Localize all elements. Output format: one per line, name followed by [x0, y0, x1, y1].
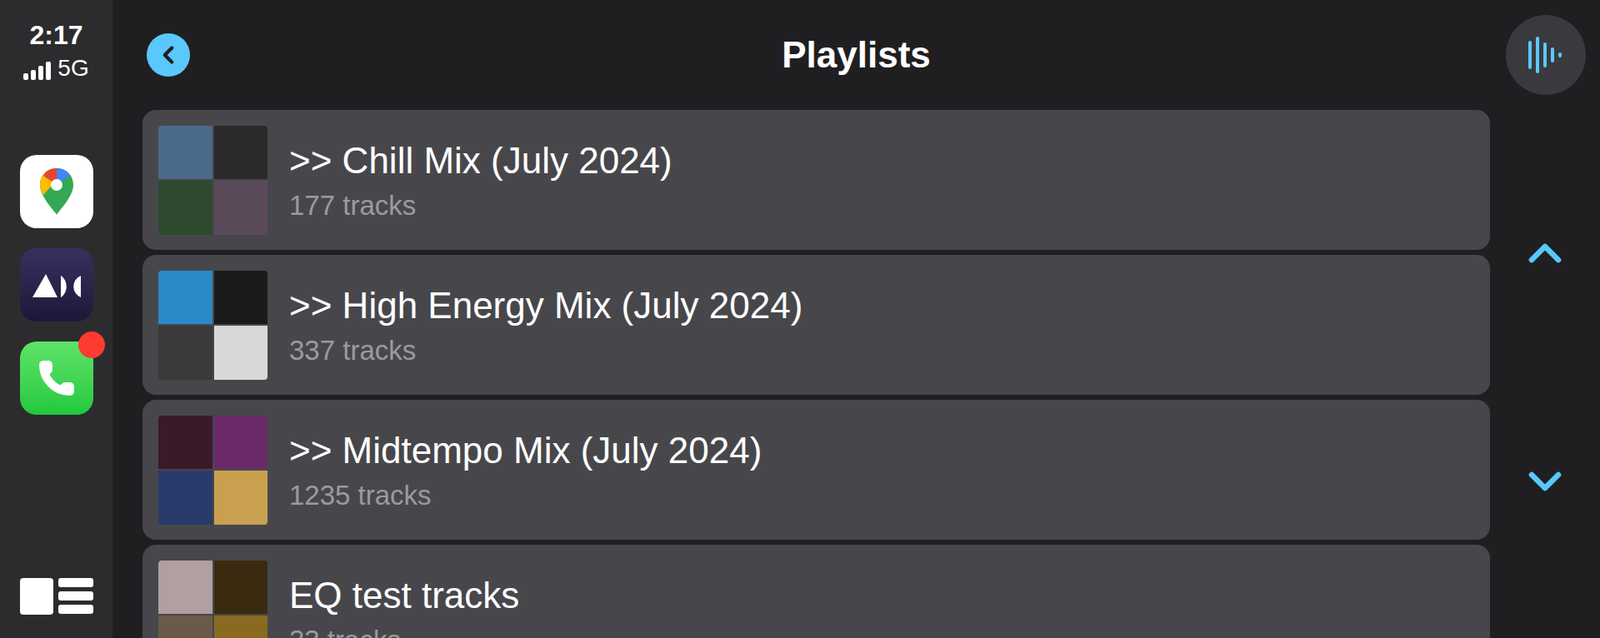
header: Playlists [112, 0, 1600, 110]
voice-button[interactable] [1505, 15, 1586, 95]
carplay-screen: 2:17 5G Playlists >> Chill Mix (July 2024) 1… [0, 0, 1600, 638]
media-app-icon[interactable] [20, 248, 94, 322]
playlist-list: >> Chill Mix (July 2024) 177 tracks >> Hig… [112, 110, 1490, 638]
track-count: 1235 tracks [289, 478, 762, 513]
notification-badge [78, 331, 105, 359]
track-count: 33 tracks [289, 623, 520, 638]
playlist-row[interactable]: >> Midtempo Mix (July 2024) 1235 tracks [142, 400, 1490, 540]
back-button[interactable] [146, 33, 190, 77]
playlist-row[interactable]: EQ test tracks 33 tracks [142, 545, 1490, 638]
playlist-row[interactable]: >> High Energy Mix (July 2024) 337 tracks [142, 255, 1490, 395]
playlist-row[interactable]: >> Chill Mix (July 2024) 177 tracks [142, 110, 1490, 250]
waveform-icon [1525, 34, 1567, 76]
sidebar: 2:17 5G [0, 0, 113, 638]
page-title: Playlists [781, 27, 931, 83]
playlist-artwork [158, 560, 268, 638]
track-count: 177 tracks [289, 188, 673, 223]
playlist-name: >> Midtempo Mix (July 2024) [289, 427, 762, 474]
playlist-name: >> Chill Mix (July 2024) [289, 137, 673, 184]
cell-status: 5G [23, 56, 89, 80]
track-count: 337 tracks [289, 333, 803, 368]
scroll-down-icon[interactable] [1518, 455, 1572, 509]
app-dock [20, 155, 94, 415]
playlist-artwork [158, 270, 268, 380]
playlist-name: EQ test tracks [289, 572, 520, 619]
maps-app-icon[interactable] [20, 155, 94, 229]
playlist-artwork [158, 125, 268, 235]
scroll-up-icon[interactable] [1518, 226, 1572, 280]
main-panel: Playlists >> Chill Mix (July 2024) 177 tra… [112, 0, 1600, 638]
signal-icon [23, 61, 51, 80]
playlist-artwork [158, 415, 268, 525]
phone-app-icon[interactable] [20, 341, 94, 415]
scroll-controls [1490, 110, 1600, 638]
clock: 2:17 [29, 18, 83, 52]
playlist-name: >> High Energy Mix (July 2024) [289, 282, 803, 329]
dashboard-icon[interactable] [20, 578, 94, 615]
